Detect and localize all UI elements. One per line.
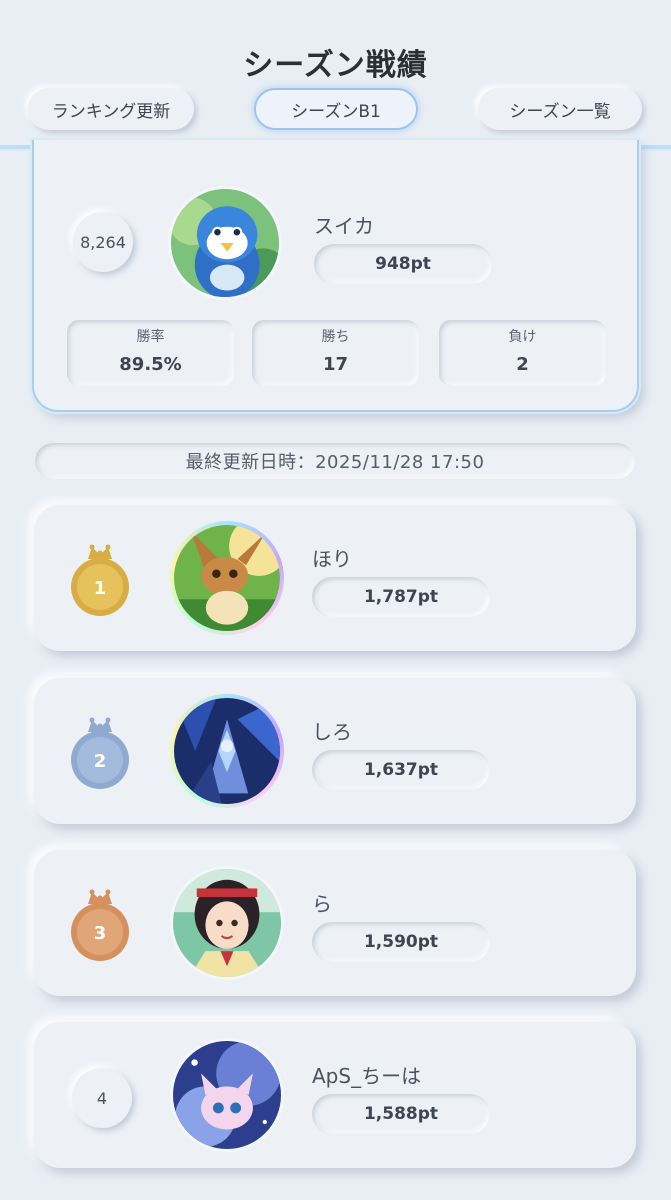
rank-badge: 4 — [72, 1068, 132, 1128]
ranking-row[interactable]: 2 しろ 1,637pt — [34, 678, 636, 824]
player-name: しろ — [312, 720, 352, 744]
avatar[interactable] — [170, 521, 284, 635]
gold-medal-icon: 1 — [68, 539, 132, 619]
stat-losses: 負け 2 — [439, 320, 606, 386]
player-points: 1,637pt — [312, 750, 490, 790]
medal-rank: 1 — [94, 578, 107, 599]
points-value: 1,787pt — [363, 587, 439, 607]
points-value: 1,590pt — [363, 932, 439, 952]
last-updated: 最終更新日時：2025/11/28 17:50 — [35, 443, 635, 479]
dialga-avatar-icon — [174, 698, 280, 804]
stat-value: 2 — [516, 354, 529, 375]
stat-value: 17 — [322, 354, 349, 375]
player-points: 1,787pt — [312, 577, 490, 617]
player-points: 1,588pt — [312, 1094, 490, 1134]
points-value: 1,637pt — [363, 760, 439, 780]
last-updated-text: 最終更新日時：2025/11/28 17:50 — [185, 452, 485, 473]
avatar[interactable] — [170, 1038, 284, 1152]
medal-rank: 3 — [94, 923, 107, 944]
trainer-erika-avatar-icon — [173, 869, 281, 977]
ranking-row[interactable]: 1 ほり 1,787pt — [34, 505, 636, 651]
tab-ranking-update[interactable]: ランキング更新 — [28, 88, 194, 130]
rank-number: 4 — [96, 1088, 108, 1108]
tab-label: シーズン一覧 — [509, 101, 611, 122]
stat-label: 勝ち — [321, 329, 350, 345]
stat-value: 89.5% — [119, 354, 182, 375]
ranking-row[interactable]: 4 ApS_ちーは 1,588pt — [34, 1022, 636, 1168]
tab-label: シーズンB1 — [291, 101, 381, 122]
player-points: 1,590pt — [312, 922, 490, 962]
my-points: 948pt — [314, 244, 492, 284]
player-name: ほり — [312, 547, 352, 571]
my-rank: 8,264 — [80, 232, 126, 252]
tab-label: ランキング更新 — [51, 101, 171, 122]
stat-win-rate: 勝率 89.5% — [67, 320, 234, 386]
eevee-avatar-icon — [174, 525, 280, 631]
my-record-card: 8,264 スイカ 948pt 勝率 89.5% 勝ち 17 負け 2 — [32, 140, 639, 412]
stat-label: 負け — [508, 329, 537, 345]
stat-label: 勝率 — [136, 329, 165, 345]
stat-wins: 勝ち 17 — [252, 320, 419, 386]
silver-medal-icon: 2 — [68, 712, 132, 792]
page-title: シーズン戦績 — [243, 48, 428, 83]
my-player-name: スイカ — [314, 214, 374, 238]
ranking-row[interactable]: 3 ら 1,590pt — [34, 850, 636, 996]
tab-season-list[interactable]: シーズン一覧 — [478, 88, 642, 130]
medal-rank: 2 — [94, 751, 107, 772]
my-rank-badge: 8,264 — [73, 212, 133, 272]
avatar[interactable] — [170, 694, 284, 808]
piplup-avatar-icon — [171, 189, 279, 297]
player-name: ApS_ちーは — [312, 1064, 422, 1088]
mew-avatar-icon — [173, 1041, 281, 1149]
avatar[interactable] — [168, 186, 282, 300]
player-name: ら — [312, 892, 332, 916]
avatar[interactable] — [170, 866, 284, 980]
bronze-medal-icon: 3 — [68, 884, 132, 964]
tab-season-b1[interactable]: シーズンB1 — [254, 88, 418, 130]
points-value: 1,588pt — [363, 1104, 439, 1124]
points-value: 948pt — [375, 254, 431, 274]
